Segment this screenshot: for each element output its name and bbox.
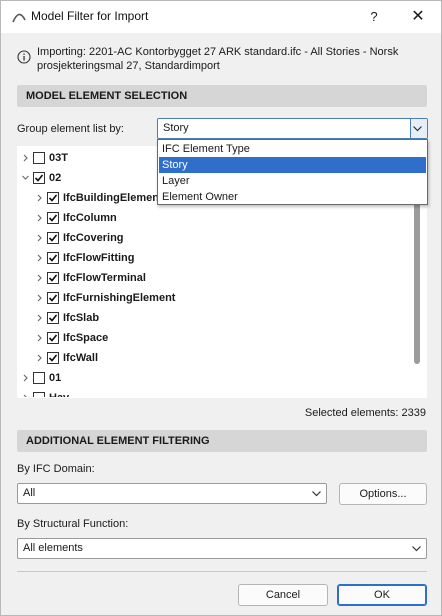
- tree-row[interactable]: IfcCovering: [18, 228, 413, 248]
- expand-chevron-icon[interactable]: [20, 148, 30, 168]
- tree-item-checkbox[interactable]: [33, 392, 45, 397]
- tree-row[interactable]: Hav: [18, 388, 413, 398]
- model-element-selection-header: MODEL ELEMENT SELECTION: [17, 85, 427, 107]
- expand-chevron-icon[interactable]: [34, 268, 44, 288]
- info-icon: [17, 50, 31, 64]
- tree-item-label: IfcFurnishingElement: [63, 292, 176, 304]
- window-title: Model Filter for Import: [31, 9, 149, 23]
- tree-row[interactable]: IfcFlowFitting: [18, 248, 413, 268]
- expand-chevron-icon[interactable]: [34, 288, 44, 308]
- tree-item-label: IfcFlowFitting: [63, 252, 135, 264]
- tree-item-checkbox[interactable]: [47, 272, 59, 284]
- checkmark-icon: [48, 234, 58, 242]
- ok-button[interactable]: OK: [337, 584, 427, 606]
- expand-chevron-icon[interactable]: [34, 248, 44, 268]
- checkmark-icon: [48, 254, 58, 262]
- structural-function-label: By Structural Function:: [17, 518, 129, 530]
- tree-row[interactable]: IfcFlowTerminal: [18, 268, 413, 288]
- ifc-domain-select[interactable]: All: [17, 483, 327, 504]
- chevron-down-icon: [412, 546, 421, 552]
- additional-filtering-header: ADDITIONAL ELEMENT FILTERING: [17, 430, 427, 452]
- ifc-domain-value: All: [23, 487, 36, 499]
- selected-elements-count: Selected elements: 2339: [304, 407, 426, 419]
- dropdown-option-layer[interactable]: Layer: [159, 173, 426, 189]
- tree-item-label: IfcSlab: [63, 312, 100, 324]
- tree-item-checkbox[interactable]: [33, 172, 45, 184]
- tree-row[interactable]: IfcFurnishingElement: [18, 288, 413, 308]
- checkmark-icon: [48, 314, 58, 322]
- expand-chevron-icon[interactable]: [34, 348, 44, 368]
- help-button[interactable]: ?: [359, 3, 389, 31]
- options-button[interactable]: Options...: [339, 483, 427, 505]
- expand-chevron-icon[interactable]: [20, 388, 30, 397]
- group-by-select[interactable]: Story: [157, 118, 428, 139]
- tree-row[interactable]: 01: [18, 368, 413, 388]
- tree-item-label: IfcColumn: [63, 212, 117, 224]
- tree-item-label: 03T: [49, 152, 68, 164]
- chevron-down-icon: [312, 491, 321, 497]
- tree-item-checkbox[interactable]: [33, 152, 45, 164]
- model-filter-dialog: Model Filter for Import ? ✕ Importing: 2…: [0, 0, 442, 616]
- group-by-value: Story: [163, 122, 189, 134]
- checkmark-icon: [48, 294, 58, 302]
- footer-divider: [17, 571, 427, 572]
- dropdown-option-story[interactable]: Story: [159, 157, 426, 173]
- checkmark-icon: [48, 194, 58, 202]
- expand-chevron-icon[interactable]: [34, 328, 44, 348]
- tree-item-label: 02: [49, 172, 62, 184]
- structural-function-select[interactable]: All elements: [17, 538, 427, 559]
- tree-row[interactable]: IfcSpace: [18, 328, 413, 348]
- close-button[interactable]: ✕: [403, 3, 433, 31]
- checkmark-icon: [48, 274, 58, 282]
- tree-item-label: 01: [49, 372, 62, 384]
- tree-item-checkbox[interactable]: [47, 252, 59, 264]
- dropdown-option-ifc-element-type[interactable]: IFC Element Type: [159, 141, 426, 157]
- expand-chevron-icon[interactable]: [34, 208, 44, 228]
- tree-item-checkbox[interactable]: [47, 192, 59, 204]
- tree-item-checkbox[interactable]: [47, 352, 59, 364]
- tree-item-label: Hav: [49, 392, 70, 398]
- tree-item-label: IfcCovering: [63, 232, 124, 244]
- tree-row[interactable]: IfcWall: [18, 348, 413, 368]
- tree-item-checkbox[interactable]: [47, 312, 59, 324]
- group-by-dropdown-list[interactable]: IFC Element Type Story Layer Element Own…: [157, 139, 428, 205]
- archicad-arc-icon: [12, 13, 26, 23]
- chevron-down-icon: [413, 126, 422, 132]
- cancel-button[interactable]: Cancel: [238, 584, 328, 606]
- checkmark-icon: [34, 174, 44, 182]
- tree-row[interactable]: IfcSlab: [18, 308, 413, 328]
- expand-chevron-icon[interactable]: [20, 368, 30, 388]
- tree-item-checkbox[interactable]: [47, 212, 59, 224]
- title-bar[interactable]: Model Filter for Import ? ✕: [1, 1, 441, 33]
- tree-row[interactable]: IfcColumn: [18, 208, 413, 228]
- dropdown-option-element-owner[interactable]: Element Owner: [159, 189, 426, 205]
- import-info-text: Importing: 2201-AC Kontorbygget 27 ARK s…: [37, 46, 399, 72]
- structural-function-value: All elements: [23, 542, 83, 554]
- tree-item-checkbox[interactable]: [47, 232, 59, 244]
- tree-item-checkbox[interactable]: [33, 372, 45, 384]
- expand-chevron-icon[interactable]: [34, 308, 44, 328]
- tree-item-label: IfcSpace: [63, 332, 109, 344]
- tree-item-label: IfcFlowTerminal: [63, 272, 146, 284]
- tree-item-checkbox[interactable]: [47, 332, 59, 344]
- expand-chevron-icon[interactable]: [34, 228, 44, 248]
- checkmark-icon: [48, 214, 58, 222]
- expand-chevron-icon[interactable]: [34, 188, 44, 208]
- checkmark-icon: [48, 334, 58, 342]
- ifc-domain-label: By IFC Domain:: [17, 463, 95, 475]
- tree-item-checkbox[interactable]: [47, 292, 59, 304]
- collapse-chevron-icon[interactable]: [20, 168, 30, 188]
- tree-item-label: IfcWall: [63, 352, 99, 364]
- checkmark-icon: [48, 354, 58, 362]
- group-by-label: Group element list by:: [17, 123, 124, 135]
